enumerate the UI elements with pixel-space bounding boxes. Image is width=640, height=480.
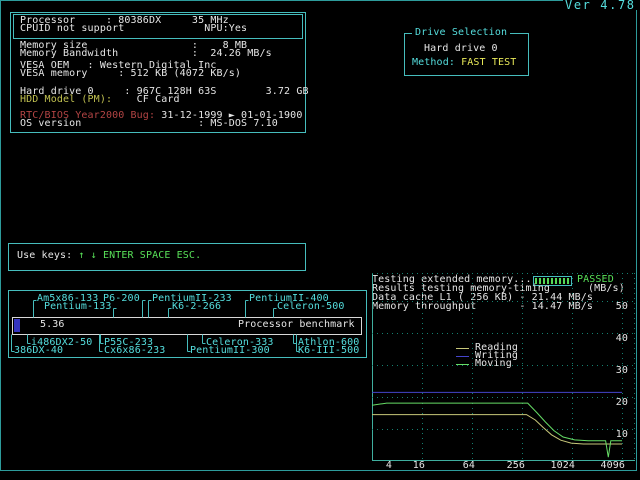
chart-grid-top — [372, 273, 634, 274]
chart-gridline-v — [522, 273, 523, 460]
drive-selection-box — [404, 33, 529, 76]
drive-selection-title: Drive Selection — [412, 29, 510, 37]
use-keys-label: Use keys: — [17, 250, 78, 261]
hdd-model-label: HDD Model (PM): — [20, 94, 112, 105]
benchmark-marker-label: Pentium-133 — [44, 303, 112, 311]
benchmark-marker-label: PentiumII-300 — [190, 347, 270, 355]
chart-y-tick-label: 40 — [604, 335, 628, 343]
chart-gridline-v — [572, 273, 573, 460]
chart-gridline-h — [372, 397, 634, 398]
legend-swatch-writing — [456, 356, 469, 357]
drive-selection-item[interactable]: Hard drive 0 — [424, 45, 498, 53]
chart-y-tick-label: 50 — [604, 303, 628, 311]
cpuid-line: CPUID not support NPU:Yes — [20, 25, 247, 33]
chart-unit-label: (MB/s) — [588, 285, 625, 293]
hdd-model-line: HDD Model (PM): CF Card — [20, 96, 180, 104]
vesa-memory-line: VESA memory : 512 KB (4072 KB/s) — [20, 70, 241, 78]
benchmark-marker-label: Celeron-500 — [277, 303, 345, 311]
chart-y-tick-label: 30 — [604, 367, 628, 375]
chart-x-tick-label: 4096 — [595, 462, 625, 470]
memtest-throughput-line: Memory throughput - 14.47 MB/s — [372, 303, 593, 311]
chart-x-tick-label: 1024 — [545, 462, 575, 470]
benchmark-title: Processor benchmark — [238, 321, 355, 329]
legend-swatch-reading — [456, 348, 469, 349]
benchmark-bar-fill — [14, 319, 20, 332]
benchmark-marker-label: K6-2-266 — [172, 303, 221, 311]
benchmark-marker-label: 386DX-40 — [14, 347, 63, 355]
chart-gridline-h — [372, 333, 634, 334]
drive-method-line: Method: FAST TEST — [412, 59, 516, 67]
benchmark-value: 5.36 — [40, 321, 65, 329]
chart-bottom-axis — [372, 460, 635, 461]
chart-gridline-h — [372, 301, 634, 302]
hdd-model-value: CF Card — [112, 94, 180, 105]
benchmark-marker-label: K6-III-500 — [298, 347, 359, 355]
chart-grid-right — [634, 273, 635, 460]
use-keys-keys: ↑ ↓ ENTER SPACE ESC. — [78, 250, 201, 261]
chart-x-tick-label: 4 — [362, 462, 392, 470]
chart-y-tick-label: 20 — [604, 399, 628, 407]
legend-label-moving: Moving — [475, 360, 512, 368]
memory-bandwidth-line: Memory Bandwidth : 24.26 MB/s — [20, 50, 272, 58]
benchmark-marker-label: Cx6x86-233 — [104, 347, 165, 355]
legend-swatch-moving — [456, 364, 469, 365]
chart-gridline-v — [422, 273, 423, 460]
dos-speedsys-screen: Ver 4.78 Processor : 80386DX 35 MHz CPUI… — [0, 0, 640, 480]
chart-gridline-v — [622, 273, 623, 460]
version-label: Ver 4.78 — [563, 0, 638, 10]
chart-x-tick-label: 16 — [395, 462, 425, 470]
chart-gridline-v — [472, 273, 473, 460]
os-version-line: OS version : MS-DOS 7.10 — [20, 120, 278, 128]
use-keys-line: Use keys: ↑ ↓ ENTER SPACE ESC. — [17, 252, 201, 260]
method-label: Method: — [412, 57, 461, 68]
chart-x-tick-label: 64 — [445, 462, 475, 470]
chart-y-tick-label: 10 — [604, 431, 628, 439]
chart-x-tick-label: 256 — [495, 462, 525, 470]
chart-gridline-h — [372, 429, 634, 430]
method-value[interactable]: FAST TEST — [461, 57, 516, 68]
